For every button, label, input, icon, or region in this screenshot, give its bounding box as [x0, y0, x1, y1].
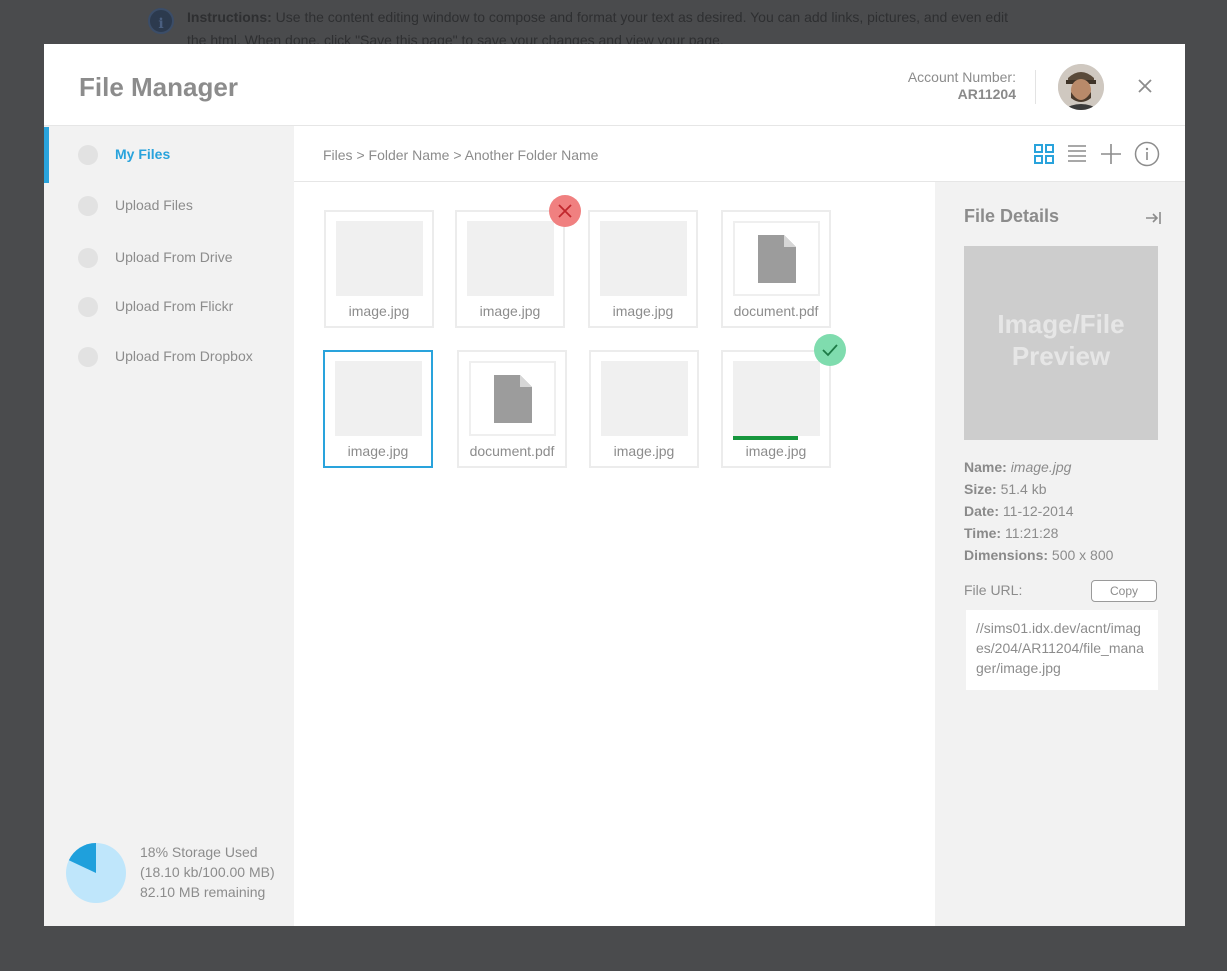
- toolbar: Files > Folder Name > Another Folder Nam…: [294, 126, 1185, 182]
- info-icon: [1134, 141, 1160, 167]
- info-icon: [148, 8, 174, 36]
- meta-label: Date:: [964, 503, 1000, 519]
- file-details-panel: File Details Image/File Preview Name: im…: [935, 182, 1185, 926]
- sidebar-item-upload-files[interactable]: Upload Files: [44, 186, 294, 226]
- file-preview: Image/File Preview: [964, 246, 1158, 440]
- image-thumbnail: [600, 221, 687, 296]
- plus-icon: [1101, 144, 1121, 164]
- meta-date-value: 11-12-2014: [1002, 503, 1074, 519]
- details-title: File Details: [964, 206, 1060, 226]
- app-title: File Manager: [79, 72, 238, 102]
- document-icon: [494, 375, 532, 423]
- file-card[interactable]: image.jpg: [589, 350, 699, 468]
- sidebar-item-label: Upload From Dropbox: [115, 348, 253, 364]
- file-grid: image.jpg image.jpg image.jpg document.p…: [294, 182, 935, 926]
- file-name: image.jpg: [745, 443, 807, 459]
- meta-label: Size:: [964, 481, 997, 497]
- file-card[interactable]: document.pdf: [721, 210, 831, 328]
- file-name: document.pdf: [733, 303, 819, 319]
- account-label: Account Number:: [907, 69, 1016, 85]
- instructions-text: Use the content editing window to compos…: [187, 9, 1008, 48]
- preview-text: Preview: [1011, 341, 1111, 371]
- storage-usage: 18% Storage Used (18.10 kb/100.00 MB) 82…: [66, 842, 294, 904]
- storage-used-text: 18% Storage Used: [140, 844, 258, 860]
- sidebar-item-icon: [78, 297, 98, 317]
- sidebar-item-icon: [78, 196, 98, 216]
- header: File Manager Account Number: AR11204: [44, 44, 1185, 126]
- file-name: document.pdf: [469, 443, 555, 459]
- document-icon: [758, 235, 796, 283]
- grid-view-button[interactable]: [1031, 141, 1057, 167]
- preview-text: Image/File: [997, 309, 1125, 339]
- storage-remaining-text: 82.10 MB remaining: [140, 884, 266, 900]
- meta-dimensions-value: 500 x 800: [1051, 547, 1114, 563]
- sidebar-item-icon: [78, 145, 98, 165]
- list-icon: [1068, 145, 1086, 162]
- remove-file-button[interactable]: [549, 195, 581, 227]
- sidebar-item-label: Upload Files: [115, 197, 193, 213]
- file-name: image.jpg: [613, 443, 675, 459]
- storage-amount-text: (18.10 kb/100.00 MB): [140, 864, 275, 880]
- upload-progress-bar: [733, 436, 799, 440]
- breadcrumb[interactable]: Files > Folder Name > Another Folder Nam…: [323, 147, 598, 163]
- sidebar-item-label: Upload From Flickr: [115, 298, 234, 314]
- file-name: image.jpg: [612, 303, 674, 319]
- sidebar-item-upload-from-drive[interactable]: Upload From Drive: [44, 238, 294, 278]
- document-thumbnail: [733, 221, 820, 296]
- file-url-label: File URL:: [964, 582, 1023, 598]
- file-name: image.jpg: [479, 303, 541, 319]
- account-info: Account Number: AR11204: [908, 69, 1016, 103]
- collapse-panel-button[interactable]: [1143, 208, 1163, 228]
- meta-time-value: 11:21:28: [1004, 525, 1059, 541]
- meta-size-value: 51.4 kb: [1000, 481, 1047, 497]
- document-thumbnail: [469, 361, 556, 436]
- sidebar-item-label: Upload From Drive: [115, 249, 233, 265]
- checkmark-icon: [822, 344, 838, 357]
- sidebar-item-upload-from-flickr[interactable]: Upload From Flickr: [44, 287, 294, 327]
- add-button[interactable]: [1098, 141, 1124, 167]
- instructions-label: Instructions:: [187, 9, 272, 25]
- file-name: image.jpg: [347, 443, 409, 459]
- image-thumbnail: [733, 361, 820, 436]
- file-name: image.jpg: [348, 303, 410, 319]
- account-number: AR11204: [957, 86, 1016, 102]
- meta-label: Time:: [964, 525, 1002, 541]
- file-metadata: Name: image.jpg Size: 51.4 kb Date: 11-1…: [964, 456, 1113, 566]
- sidebar-item-upload-from-dropbox[interactable]: Upload From Dropbox: [44, 337, 294, 377]
- sidebar-item-icon: [78, 248, 98, 268]
- copy-url-button[interactable]: Copy: [1091, 580, 1157, 602]
- avatar[interactable]: [1058, 64, 1104, 110]
- header-divider: [1035, 70, 1036, 104]
- file-card[interactable]: document.pdf: [457, 350, 567, 468]
- close-icon: [1138, 79, 1152, 93]
- sidebar-item-label: My Files: [115, 146, 171, 162]
- upload-complete-badge: [814, 334, 846, 366]
- file-card[interactable]: image.jpg: [324, 210, 434, 328]
- image-thumbnail: [336, 221, 423, 296]
- image-thumbnail: [601, 361, 688, 436]
- image-thumbnail: [467, 221, 554, 296]
- file-url-field[interactable]: //sims01.idx.dev/acnt/images/204/AR11204…: [966, 610, 1158, 690]
- meta-label: Name:: [964, 459, 1007, 475]
- sidebar-item-my-files[interactable]: My Files: [44, 127, 294, 183]
- storage-pie-icon: [66, 843, 126, 903]
- close-button[interactable]: [1133, 74, 1157, 98]
- file-card[interactable]: image.jpg: [455, 210, 565, 328]
- close-icon: [558, 204, 572, 218]
- meta-name-value: image.jpg: [1010, 459, 1072, 475]
- file-manager-modal: File Manager Account Number: AR11204 My …: [44, 44, 1185, 926]
- sidebar: My Files Upload Files Upload From Drive …: [44, 126, 294, 926]
- sidebar-item-icon: [78, 347, 98, 367]
- grid-icon: [1034, 144, 1054, 164]
- file-card[interactable]: image.jpg: [588, 210, 698, 328]
- collapse-right-icon: [1146, 212, 1161, 224]
- info-button[interactable]: [1134, 141, 1160, 167]
- meta-label: Dimensions:: [964, 547, 1049, 563]
- file-card[interactable]: image.jpg: [721, 350, 831, 468]
- file-card-selected[interactable]: image.jpg: [323, 350, 433, 468]
- list-view-button[interactable]: [1064, 141, 1090, 167]
- image-thumbnail: [335, 361, 422, 436]
